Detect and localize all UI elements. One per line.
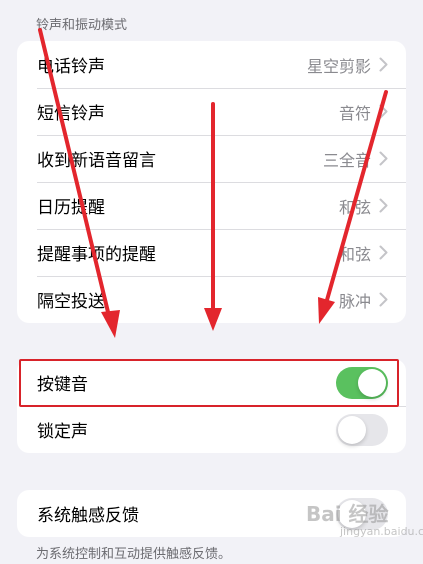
ringtone-row-airdrop[interactable]: 隔空投送 脉冲 bbox=[17, 276, 406, 323]
chevron-right-icon bbox=[379, 198, 388, 213]
toggle-knob bbox=[338, 415, 366, 444]
watermark-logo: Bai 经验 bbox=[306, 502, 389, 526]
watermark-url: jingyan.baidu.com bbox=[340, 525, 423, 538]
chevron-right-icon bbox=[379, 245, 388, 260]
ringtone-row-phone[interactable]: 电话铃声 星空剪影 bbox=[17, 41, 406, 88]
ringtone-row-voicemail[interactable]: 收到新语音留言 三全音 bbox=[17, 135, 406, 182]
row-label: 电话铃声 bbox=[37, 57, 105, 77]
row-label: 系统触感反馈 bbox=[37, 506, 139, 526]
ringtone-group: 电话铃声 星空剪影 短信铃声 音符 收到新语音留言 三全音 日历提醒 和弦 提醒… bbox=[17, 41, 406, 323]
ringtone-row-calendar[interactable]: 日历提醒 和弦 bbox=[17, 182, 406, 229]
lock-sound-toggle[interactable] bbox=[336, 413, 388, 446]
annotation-highlight-box bbox=[19, 359, 399, 407]
row-label: 收到新语音留言 bbox=[37, 151, 156, 171]
chevron-right-icon bbox=[379, 151, 388, 166]
row-value: 和弦 bbox=[338, 244, 371, 264]
row-label: 日历提醒 bbox=[37, 198, 105, 218]
haptics-footer: 为系统控制和互动提供触感反馈。 bbox=[36, 547, 232, 562]
lock-sound-row: 锁定声 bbox=[17, 406, 406, 453]
chevron-right-icon bbox=[379, 57, 388, 72]
chevron-right-icon bbox=[379, 104, 388, 119]
row-label: 提醒事项的提醒 bbox=[37, 245, 156, 265]
row-label: 隔空投送 bbox=[37, 292, 105, 312]
row-value: 音符 bbox=[338, 103, 371, 123]
row-value: 和弦 bbox=[338, 197, 371, 217]
ringtone-row-reminders[interactable]: 提醒事项的提醒 和弦 bbox=[17, 229, 406, 276]
row-label: 锁定声 bbox=[37, 422, 88, 442]
row-value: 星空剪影 bbox=[306, 56, 371, 76]
row-value: 脉冲 bbox=[338, 291, 371, 311]
row-value: 三全音 bbox=[322, 150, 371, 170]
chevron-right-icon bbox=[379, 292, 388, 307]
ringtone-row-sms[interactable]: 短信铃声 音符 bbox=[17, 88, 406, 135]
row-label: 短信铃声 bbox=[37, 104, 105, 124]
section-header: 铃声和振动模式 bbox=[36, 18, 128, 33]
